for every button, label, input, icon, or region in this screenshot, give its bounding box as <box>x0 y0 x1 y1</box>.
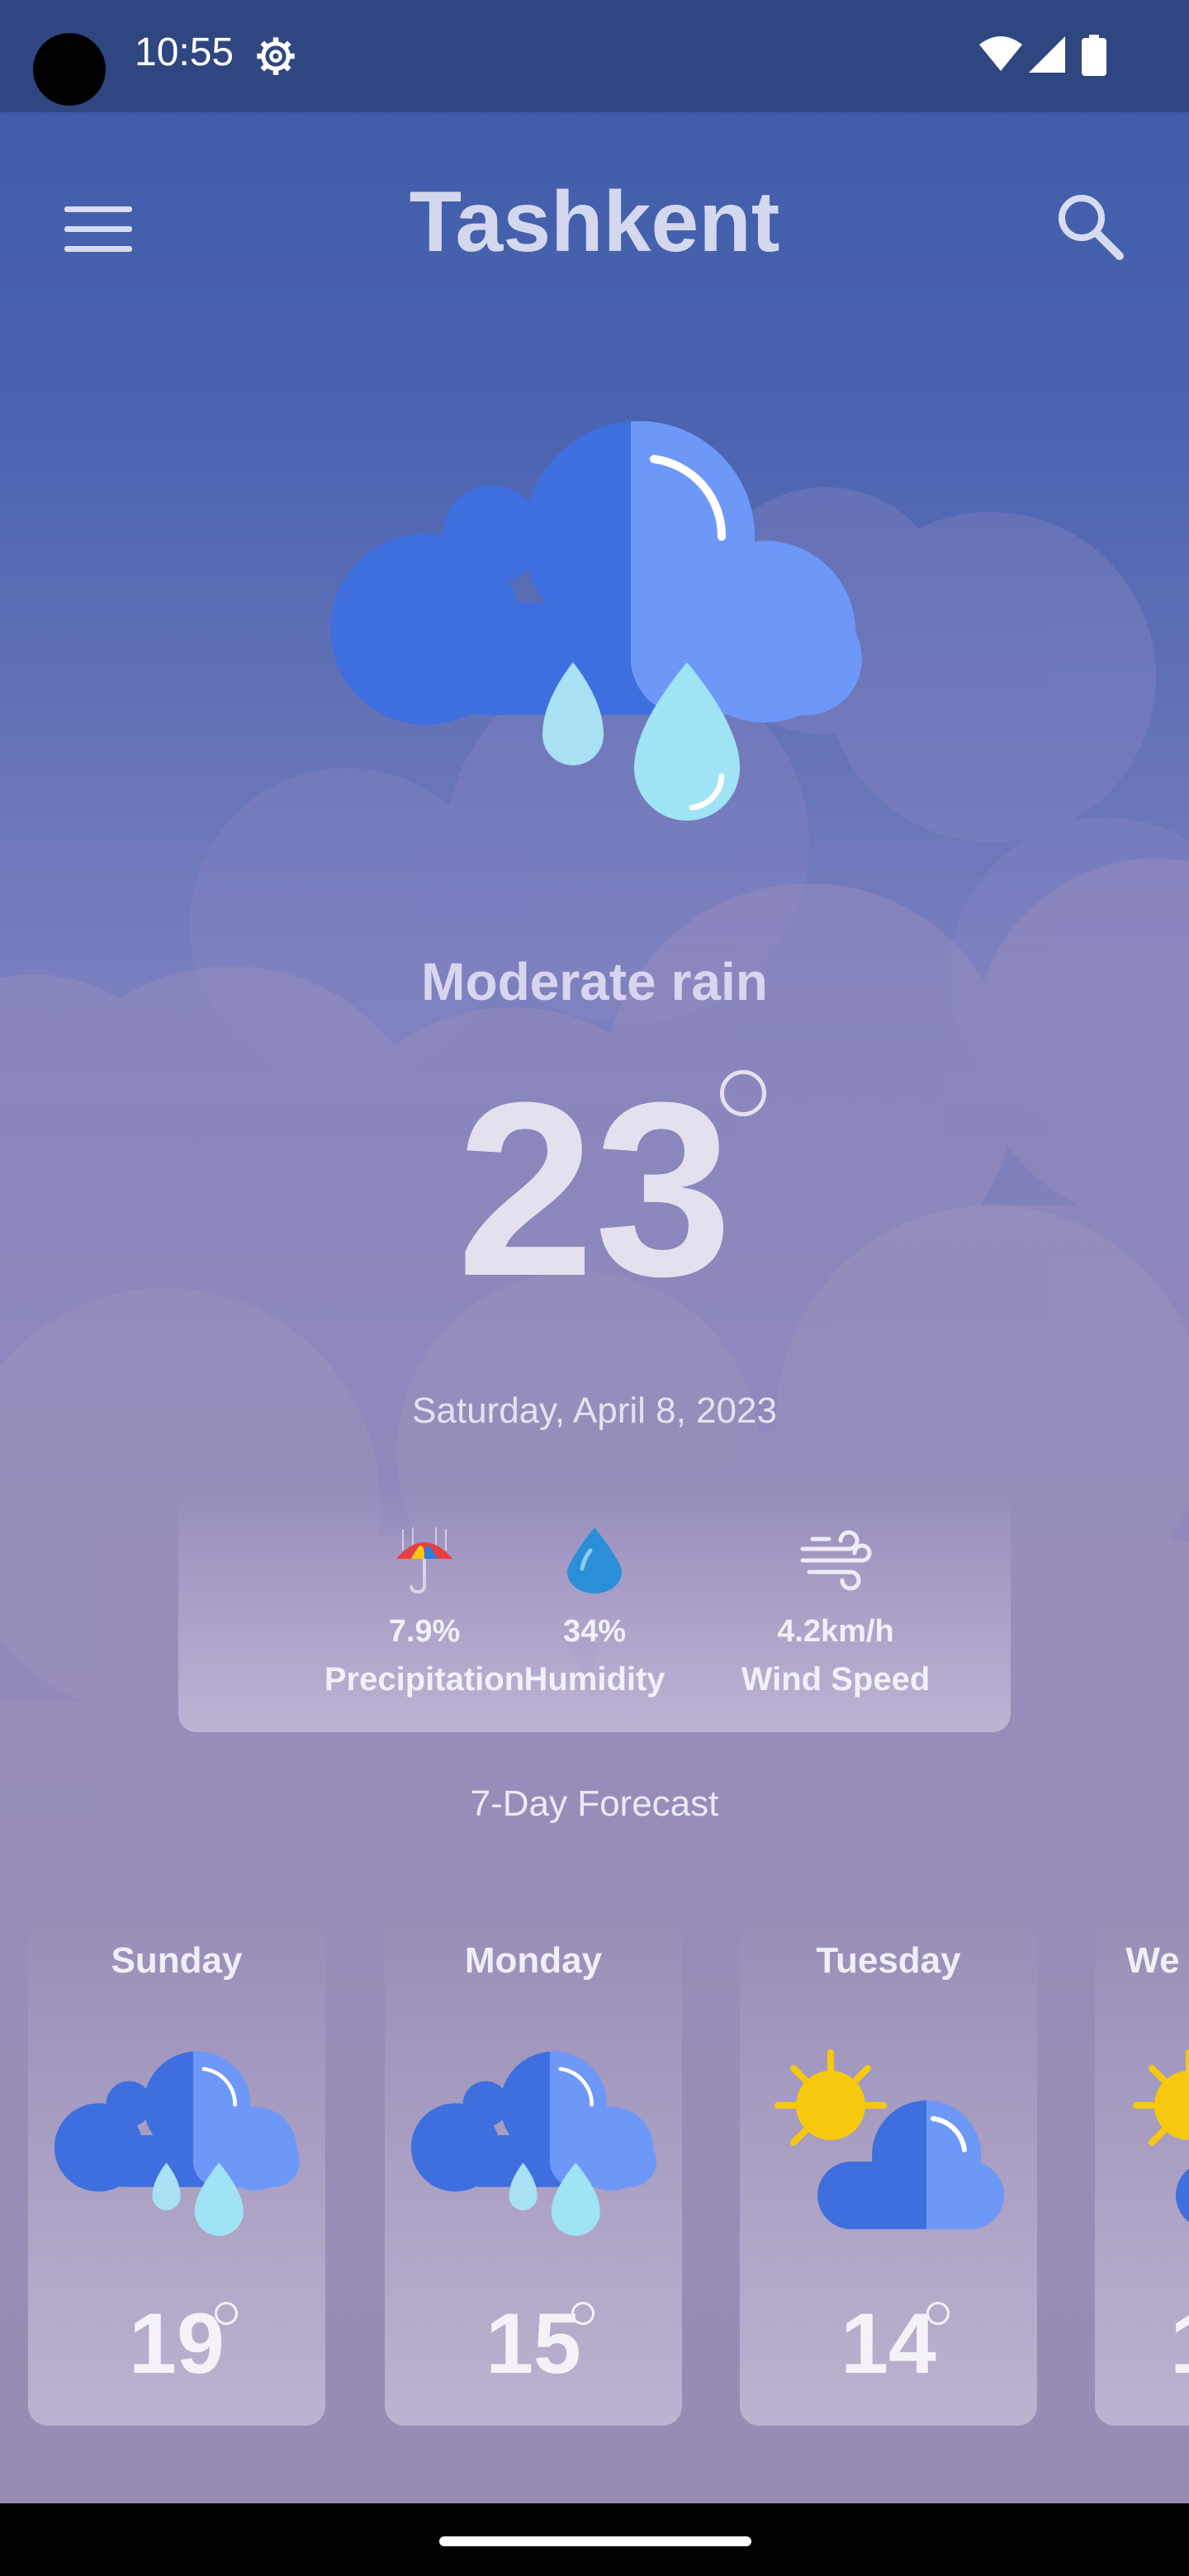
camera-cutout <box>33 33 106 106</box>
stat-wind-speed: 4.2km/h Wind Speed <box>728 1526 943 1698</box>
wifi-icon <box>979 36 1022 71</box>
forecast-day-card[interactable]: Monday 15 <box>385 1907 682 2426</box>
umbrella-icon <box>396 1527 452 1594</box>
rain-cloud-icon <box>330 421 862 821</box>
wind-icon <box>800 1530 872 1591</box>
forecast-day-temp: 14 <box>841 2296 936 2392</box>
humidity-label: Humidity <box>523 1661 666 1698</box>
weather-stats-card: 7.9% Precipitation 34% Humidity 4.2km/h … <box>178 1493 1011 1732</box>
degree-symbol <box>215 2302 238 2325</box>
humidity-value: 34% <box>562 1614 627 1649</box>
current-temperature: 23 <box>457 1050 732 1328</box>
forecast-day-card[interactable]: Sunday 19 <box>28 1907 325 2426</box>
weather-condition: Moderate rain <box>421 952 768 1011</box>
forecast-day-name: Monday <box>464 1940 603 1981</box>
settings-gear-icon <box>257 37 295 75</box>
current-date: Saturday, April 8, 2023 <box>412 1390 777 1431</box>
forecast-day-name: We <box>1125 1940 1180 1981</box>
forecast-day-name: Sunday <box>111 1940 243 1981</box>
partly-cloudy-icon <box>775 2049 1004 2229</box>
partly-cloudy-icon <box>1133 2049 1189 2223</box>
wind-speed-label: Wind Speed <box>741 1661 931 1698</box>
cellular-signal-icon <box>1029 36 1065 73</box>
forecast-day-name: Tuesday <box>816 1940 961 1981</box>
forecast-day-temp: 1 <box>1111 2295 1189 2394</box>
search-icon[interactable] <box>1055 192 1125 261</box>
city-title: Tashkent <box>409 174 780 270</box>
home-gesture-handle[interactable] <box>439 2536 751 2546</box>
battery-icon <box>1082 35 1106 76</box>
forecast-title: 7-Day Forecast <box>470 1783 719 1824</box>
status-time: 10:55 <box>135 31 234 74</box>
rain-cloud-icon <box>54 2051 301 2236</box>
water-drop-icon <box>567 1527 622 1593</box>
wind-speed-value: 4.2km/h <box>777 1614 894 1649</box>
degree-symbol <box>720 1070 766 1116</box>
stat-humidity: 34% Humidity <box>487 1526 702 1698</box>
degree-symbol <box>571 2302 594 2325</box>
forecast-day-card[interactable]: We 1 <box>1095 1907 1189 2426</box>
forecast-day-card[interactable]: Tuesday 14 <box>740 1907 1037 2426</box>
forecast-day-temp: 15 <box>486 2296 581 2392</box>
degree-symbol <box>926 2302 950 2325</box>
forecast-day-temp: 19 <box>129 2296 225 2392</box>
rain-cloud-icon <box>410 2051 657 2236</box>
